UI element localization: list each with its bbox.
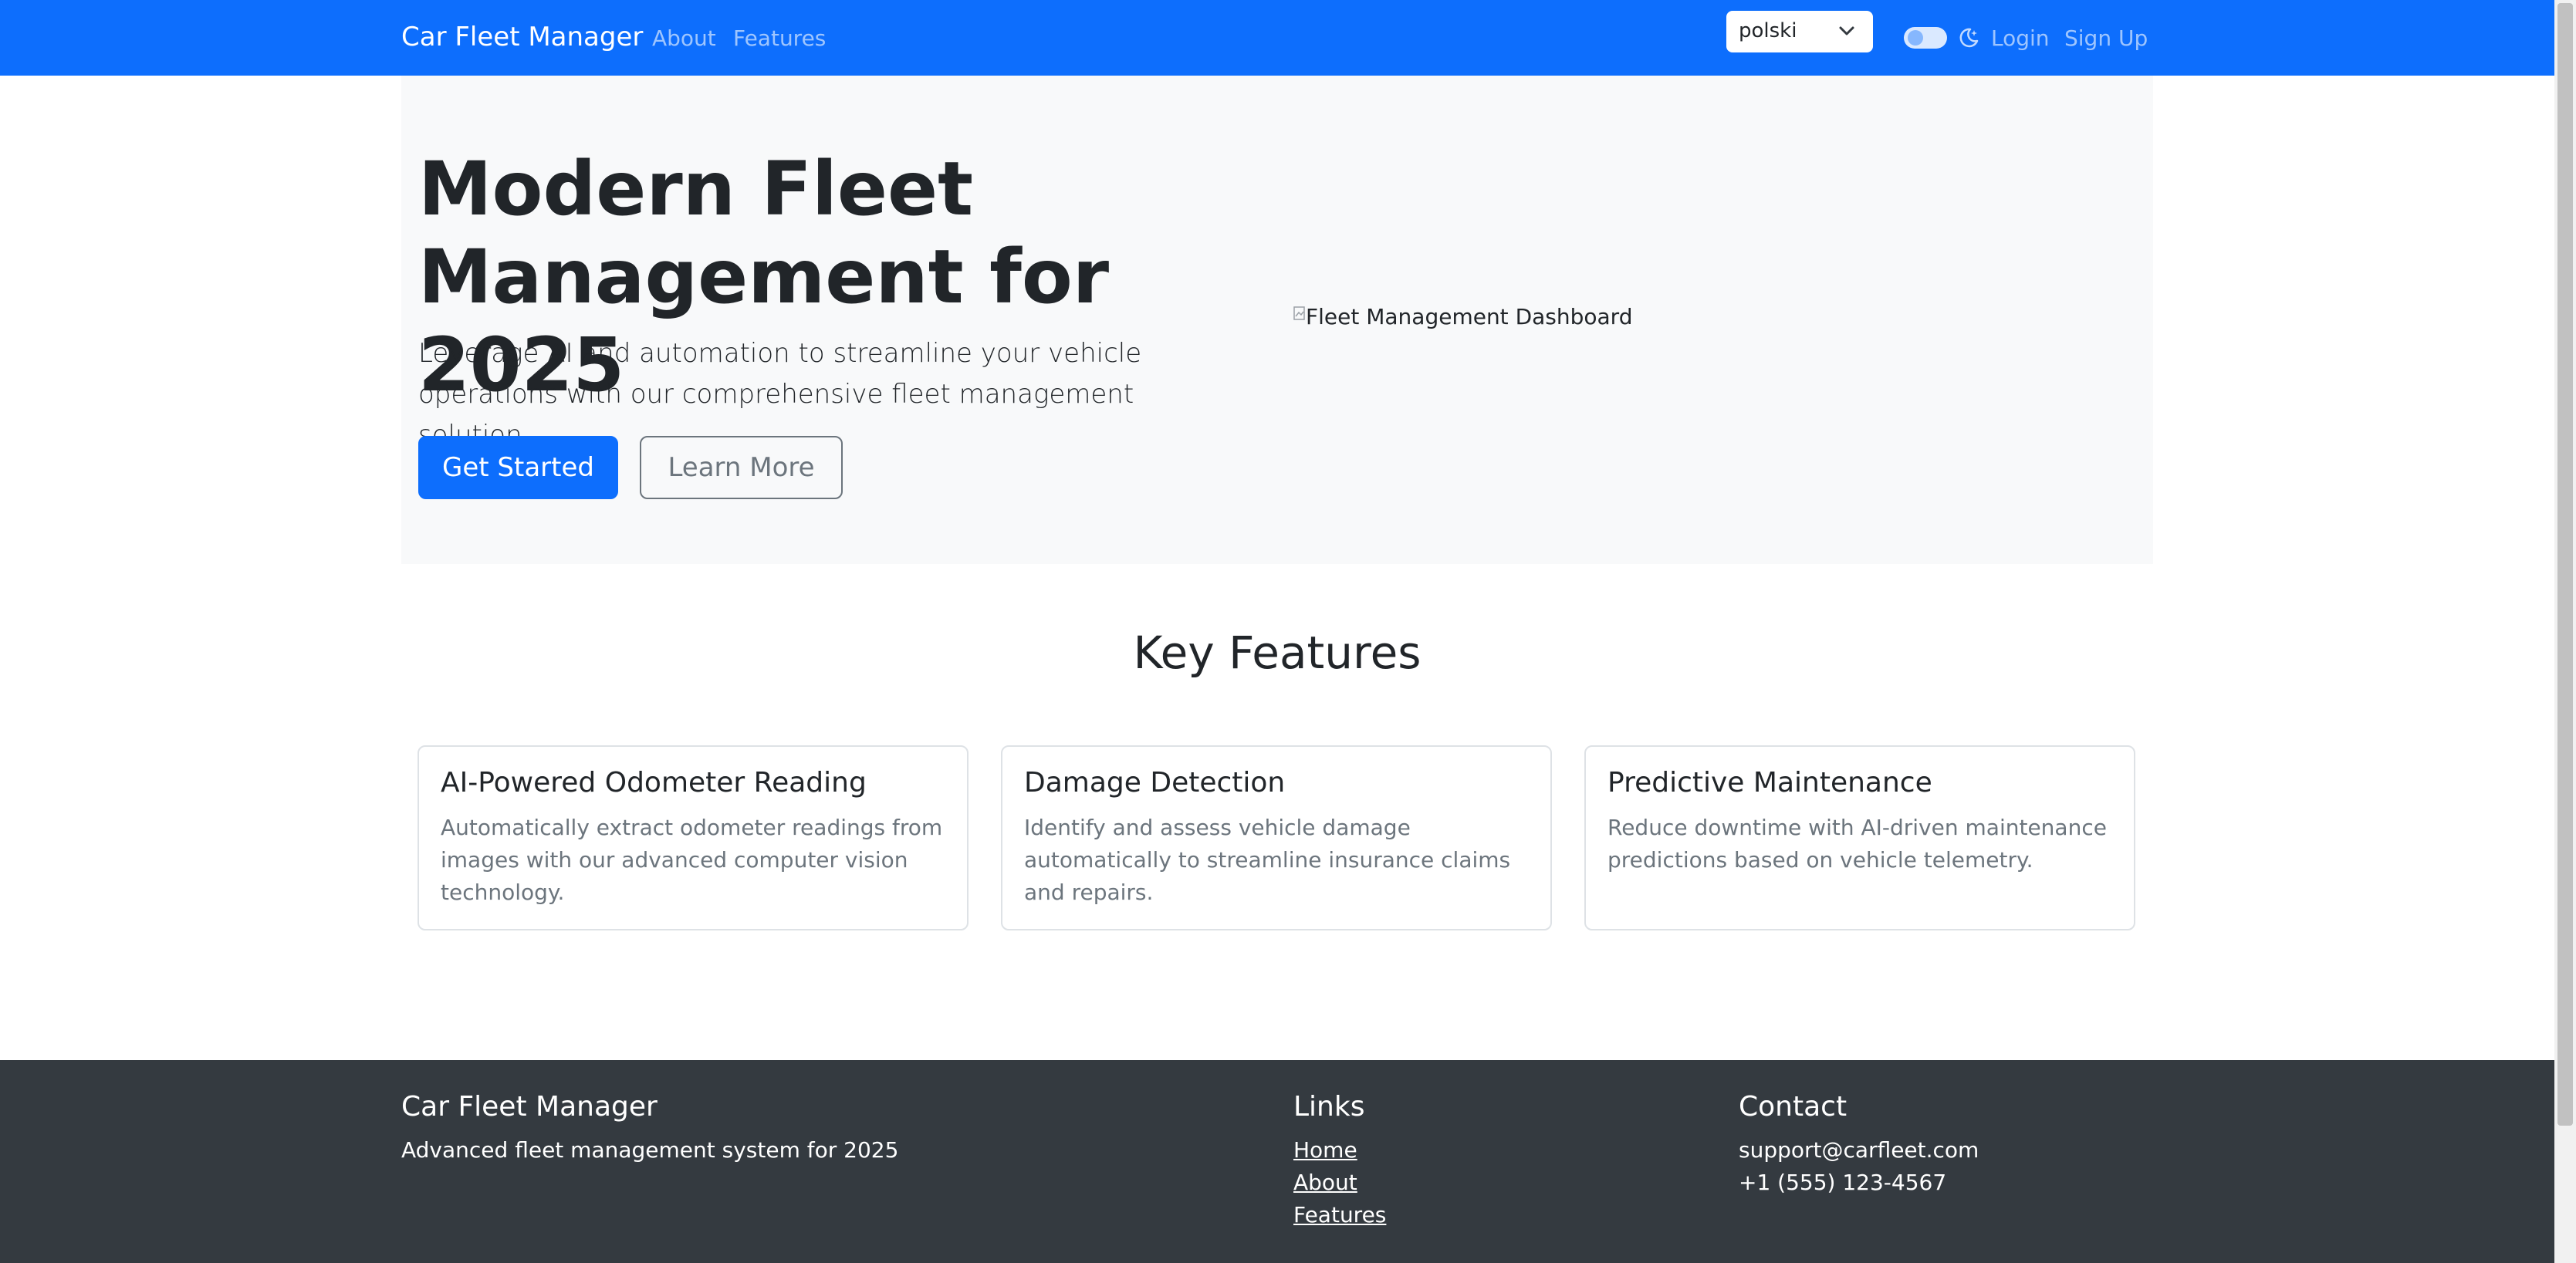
login-link[interactable]: Login (1991, 25, 2050, 51)
footer-link-home[interactable]: Home (1293, 1137, 1357, 1163)
nav-link-about[interactable]: About (652, 25, 716, 51)
language-select-value: polski (1739, 19, 1797, 42)
moon-icon[interactable] (1956, 25, 1981, 53)
footer-link-about[interactable]: About (1293, 1170, 1357, 1195)
signup-link[interactable]: Sign Up (2064, 25, 2148, 51)
get-started-button[interactable]: Get Started (418, 436, 618, 499)
footer: Car Fleet Manager Advanced fleet managem… (0, 1060, 2554, 1263)
footer-tagline: Advanced fleet management system for 202… (401, 1137, 899, 1163)
feature-card-text: Automatically extract odometer readings … (441, 815, 943, 905)
scrollbar-thumb[interactable] (2557, 3, 2573, 1126)
features-heading: Key Features (1133, 626, 1422, 679)
navbar: Car Fleet Manager About Features polski … (0, 0, 2576, 76)
feature-card-text: Reduce downtime with AI-driven maintenan… (1607, 815, 2107, 873)
toggle-knob (1908, 30, 1923, 46)
footer-link-features[interactable]: Features (1293, 1202, 1386, 1228)
feature-card-title: AI-Powered Odometer Reading (441, 767, 867, 799)
nav-link-features[interactable]: Features (733, 25, 826, 51)
hero-image: Fleet Management Dashboard (1293, 304, 1632, 329)
hero-section: Modern Fleet Management for 2025 Leverag… (401, 76, 2153, 564)
vertical-scrollbar[interactable] (2554, 0, 2576, 1263)
feature-card-text: Identify and assess vehicle damage autom… (1024, 815, 1511, 905)
broken-image-icon (1293, 304, 1306, 329)
feature-card: AI-Powered Odometer Reading Automaticall… (418, 745, 969, 930)
footer-phone: +1 (555) 123-4567 (1739, 1170, 1947, 1195)
feature-card: Damage Detection Identify and assess veh… (1001, 745, 1552, 930)
feature-card-title: Damage Detection (1024, 767, 1286, 799)
hero-image-alt: Fleet Management Dashboard (1306, 304, 1633, 329)
language-select[interactable]: polski (1726, 11, 1873, 52)
theme-toggle-switch[interactable] (1904, 27, 1947, 49)
footer-email: support@carfleet.com (1739, 1137, 1979, 1163)
footer-brand: Car Fleet Manager (401, 1091, 658, 1123)
navbar-brand[interactable]: Car Fleet Manager (401, 22, 643, 52)
footer-links-heading: Links (1293, 1091, 1365, 1123)
chevron-down-icon (1837, 22, 1856, 43)
footer-contact-heading: Contact (1739, 1091, 1847, 1123)
learn-more-button[interactable]: Learn More (640, 436, 843, 499)
feature-card: Predictive Maintenance Reduce downtime w… (1584, 745, 2135, 930)
feature-card-title: Predictive Maintenance (1607, 767, 1932, 799)
